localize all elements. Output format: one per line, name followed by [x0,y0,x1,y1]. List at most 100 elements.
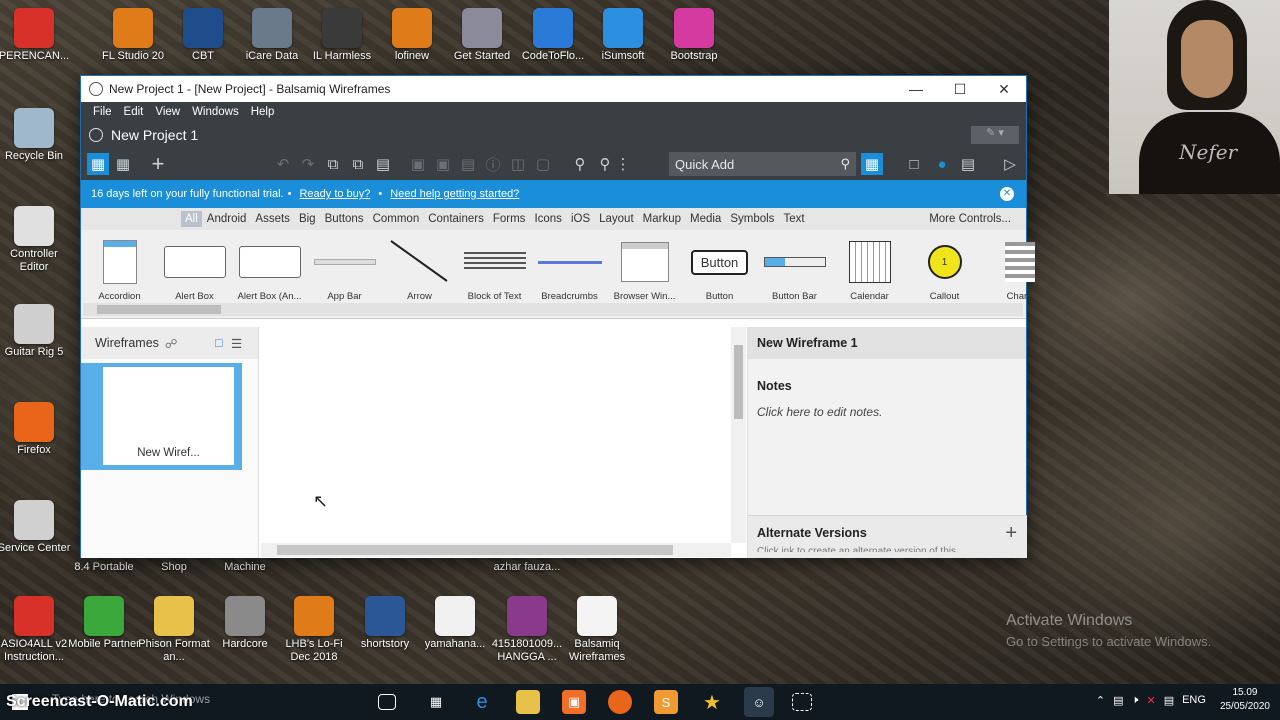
battery-icon[interactable]: ✕ [1146,694,1155,707]
wireframe-thumbnail[interactable]: New Wiref... [81,363,242,470]
clipboard-icon[interactable]: ▤ [372,153,394,175]
more-controls-button[interactable]: More Controls... [925,211,1015,227]
add-icon[interactable]: + [147,151,169,176]
desktop-icon-balsamiq[interactable]: Balsamiq Wireframes [560,596,634,664]
desktop-icon-pdf[interactable]: PERENCAN... [0,8,71,63]
task-view-icon[interactable] [378,694,396,710]
branch-icon[interactable]: ☍ [165,336,178,351]
close-banner-icon[interactable]: ✕ [1000,187,1014,201]
volume-icon[interactable]: 🕨 [1132,694,1139,707]
desktop-icon-globe[interactable]: CodeToFlo... [516,8,590,63]
library-item-chart[interactable]: Chart: [982,236,1057,302]
library-item-accordion[interactable]: Accordion [82,236,157,302]
minimize-button[interactable]: — [894,76,938,102]
category-tab-android[interactable]: Android [203,211,251,227]
vertical-scroll-thumb[interactable] [734,345,743,419]
category-tab-buttons[interactable]: Buttons [321,211,368,227]
xampp-icon[interactable]: ▣ [562,690,586,714]
canvas-vertical-scrollbar[interactable] [731,327,746,543]
ready-to-buy-link[interactable]: Ready to buy? [299,188,370,200]
desktop-icon-firefox[interactable]: Firefox [0,402,71,457]
category-tab-all[interactable]: All [181,211,202,227]
add-alternate-button[interactable]: + [1005,522,1017,545]
list-view-icon[interactable]: ☰ [231,336,242,351]
library-item-callout[interactable]: 1 Callout [907,236,982,302]
category-tab-media[interactable]: Media [686,211,725,227]
thumbnail-view-icon[interactable]: □ [215,336,223,350]
ungroup-icon[interactable]: ▣ [432,153,454,175]
grid-view-icon[interactable]: ▦ [112,153,134,175]
category-tab-markup[interactable]: Markup [639,211,685,227]
desktop-icon-word[interactable]: shortstory [348,596,422,651]
desktop-icon-label[interactable]: Machine [208,561,282,573]
layers-icon[interactable]: ◫ [507,153,529,175]
library-item-calendar[interactable]: Calendar [832,236,907,302]
redo-icon[interactable]: ↷ [297,153,319,175]
menu-windows[interactable]: Windows [186,106,245,118]
notification-icon[interactable]: ▤ [1164,694,1174,707]
desktop-icon-bootstrap[interactable]: Bootstrap [657,8,731,63]
menu-help[interactable]: Help [245,106,281,118]
desktop-icon-label[interactable]: 8.4 Portable [67,561,141,573]
desktop-icon-label[interactable]: Shop [137,561,211,573]
desktop-icon-fruit[interactable]: LHB's Lo-Fi Dec 2018 [277,596,351,664]
balsamiq-taskbar-icon[interactable]: ☺ [744,687,774,717]
undo-icon[interactable]: ↶ [272,153,294,175]
category-tab-ios[interactable]: iOS [567,211,594,227]
desktop-icon-folder[interactable]: Phison Format an... [137,596,211,664]
close-button[interactable]: ✕ [982,76,1026,102]
category-tab-big[interactable]: Big [295,211,320,227]
category-tab-icons[interactable]: Icons [530,211,566,227]
help-link[interactable]: Need help getting started? [390,188,519,200]
desktop-icon-icare[interactable]: iCare Data [235,8,309,63]
edit-pen-button[interactable]: ✎ ▾ [971,126,1019,144]
library-item-alert-box[interactable]: Alert Box [157,236,232,302]
desktop-icon-document[interactable]: yamahana... [418,596,492,651]
wireframe-canvas[interactable]: ↖ [261,327,729,558]
horizontal-scroll-thumb[interactable] [277,545,673,555]
desktop-icon-ie[interactable]: iSumsoft [586,8,660,63]
network-icon[interactable]: ▤ [1113,694,1123,707]
library-item-block-of-text[interactable]: Block of Text [457,236,532,302]
desktop-icon-fruit[interactable]: lofinew [375,8,449,63]
menu-edit[interactable]: Edit [118,106,150,118]
group-icon[interactable]: ▣ [407,153,429,175]
category-tab-text[interactable]: Text [779,211,808,227]
category-tab-containers[interactable]: Containers [424,211,488,227]
sublime-icon[interactable]: S [654,690,678,714]
zoom-out-icon[interactable]: ⚲ [569,153,591,175]
desktop-icon-label[interactable]: azhar fauza... [490,561,564,573]
snipping-icon[interactable] [792,693,812,711]
ui-library-icon[interactable]: ▦ [861,153,883,175]
menu-file[interactable]: File [87,106,118,118]
quick-add-input[interactable]: Quick Add ⚲ [669,152,856,176]
align-icon[interactable]: ▤ [457,153,479,175]
edit-notes-link[interactable]: Click here to edit notes. [748,393,1026,419]
canvas-horizontal-scrollbar[interactable] [261,543,731,557]
clock[interactable]: 15.09 25/05/2020 [1220,686,1270,714]
comments-icon[interactable]: □ [903,153,925,175]
desktop-icon-database[interactable]: Get Started [445,8,519,63]
library-item-app-bar[interactable]: App Bar [307,236,382,302]
properties-icon[interactable]: ▤ [957,153,979,175]
library-scrollbar[interactable] [83,303,1023,316]
category-tab-forms[interactable]: Forms [489,211,530,227]
paste-icon[interactable]: ⧉ [347,153,369,175]
menu-view[interactable]: View [149,106,186,118]
zoom-in-icon[interactable]: ⚲ [594,153,616,175]
desktop-icon-guitar-rig[interactable]: Guitar Rig 5 [0,304,71,359]
info-panel-icon[interactable]: ● [931,153,953,175]
file-explorer-icon[interactable] [516,690,540,714]
library-item-button[interactable]: Button Button [682,236,757,302]
desktop-icon-recycle-bin[interactable]: Recycle Bin [0,108,71,163]
desktop-icon-il[interactable]: IL Harmless [305,8,379,63]
show-hidden-icons[interactable]: ⌃ [1096,694,1105,707]
desktop-icon-service-center[interactable]: Service Center [0,500,71,555]
desktop-icon-pdf[interactable]: ASIO4ALL v2 Instruction... [0,596,71,664]
wireframe-name-heading[interactable]: New Wireframe 1 [748,327,1026,359]
library-item-breadcrumbs[interactable]: Breadcrumbs [532,236,607,302]
desktop-icon-usb[interactable]: Hardcore [208,596,282,651]
category-tab-layout[interactable]: Layout [595,211,638,227]
desktop-icon-fruit[interactable]: FL Studio 20 [96,8,170,63]
star-app-icon[interactable]: ★ [700,690,724,714]
